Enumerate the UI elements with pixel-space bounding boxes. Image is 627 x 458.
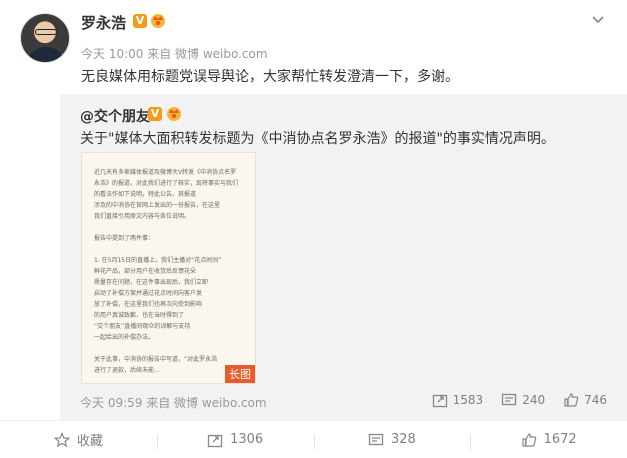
comment-icon [502, 393, 517, 406]
star-icon [53, 431, 70, 447]
long-image-line: 近几天有多家媒体报道及微博大V转发《中消协点名罗 [94, 169, 237, 176]
repost-like-button[interactable]: 746 [563, 392, 607, 408]
verified-badge-icon: V [148, 107, 162, 121]
repost-text: 关于"媒体大面积转发标题为《中消协点名罗永浩》的报道"的事实情况声明。 [80, 131, 555, 147]
post-action-bar: 收藏 1306 328 1672 [0, 420, 627, 458]
repost-repost-button[interactable]: 1583 [432, 392, 484, 408]
repost-author-name[interactable]: @交个朋友 [80, 106, 150, 126]
long-image-line: 鲜花产品，部分用户在收货后反馈花朵 [94, 268, 197, 275]
long-image-line: 的看法作如下说明，特此公告。其报道 [94, 191, 197, 198]
repost-like-count: 746 [584, 393, 607, 407]
long-image-line: 1. 在5月15日的直播上，我们主播对“花点时间” [94, 257, 222, 264]
long-image-line: 的用户真诚致歉，也在当时得到了 [94, 312, 185, 319]
thumbs-up-icon [521, 432, 536, 447]
repost-container: @交个朋友 V 关于"媒体大面积转发标题为《中消协点名罗永浩》的报道"的事实情况… [60, 94, 627, 420]
vip-crown-icon [165, 104, 183, 122]
repost-action-row: 1583 240 746 [432, 392, 607, 408]
vip-crown-icon [149, 11, 167, 29]
repost-comment-count: 240 [522, 393, 546, 407]
post-text: 无良媒体用标题党误导舆论，大家帮忙转发澄清一下，多谢。 [81, 69, 459, 85]
avatar-glasses-shape [35, 29, 57, 35]
repost-meta: 今天 09:59 来自 微博 weibo.com [80, 396, 267, 410]
repost-repost-count: 1583 [452, 393, 484, 407]
long-image-line: 放了补偿，在这里我们也再次向受到影响 [94, 301, 203, 308]
long-image-line: 质量存在问题，在这件事出现后，我们立即 [94, 279, 209, 286]
avatar-body-shape [27, 47, 65, 62]
repost-count: 1306 [230, 432, 264, 447]
long-image-line: 关于此事，中消协的报告中写道，“对此罗永浩 [94, 356, 218, 363]
repost-comment-button[interactable]: 240 [501, 392, 545, 408]
long-image-thumbnail[interactable]: 近几天有多家媒体报道及微博大V转发《中消协点名罗 永浩》的报道，对此我们进行了核实… [81, 152, 256, 384]
long-image-line [94, 343, 245, 354]
like-count: 1672 [543, 432, 577, 447]
comment-button[interactable]: 328 [313, 432, 471, 450]
long-image-line: 启动了补偿方案并通过花点时间向客户发 [94, 290, 203, 297]
long-image-tag: 长图 [225, 365, 255, 383]
repost-button[interactable]: 1306 [156, 432, 314, 450]
long-image-line: 永浩》的报道，对此我们进行了核实，现将事实与我们 [94, 180, 239, 187]
post-meta: 今天 10:00 来自 微博 weibo.com [81, 47, 268, 61]
verified-badge-icon: V [133, 14, 147, 28]
share-icon [432, 394, 447, 408]
long-image-line: 我们直接引用原文内容与各位说明。 [94, 213, 191, 220]
long-image-line: 报告中提到了两件事： [94, 235, 155, 242]
long-image-line: “交个朋友”直播间观众的谅解与支持 [94, 323, 191, 330]
long-image-line: 涉及的中消协在官网上发出的一份报告，在这里 [94, 202, 221, 209]
share-icon [207, 434, 223, 447]
favorite-label: 收藏 [76, 434, 103, 449]
long-image-line [94, 244, 245, 255]
long-image-line [94, 222, 245, 233]
like-button[interactable]: 1672 [470, 432, 627, 450]
long-image-line: 一起给出的补偿办法。 [94, 334, 155, 341]
favorite-button[interactable]: 收藏 [0, 430, 157, 449]
long-image-line: 进行了退款，后续未能... [94, 367, 160, 374]
comment-icon [368, 433, 384, 445]
thumbs-up-icon [564, 393, 579, 407]
long-image-text: 近几天有多家媒体报道及微博大V转发《中消协点名罗 永浩》的报道，对此我们进行了核实… [94, 167, 245, 376]
author-avatar[interactable] [20, 13, 70, 63]
weibo-post-card: 罗永浩 V 今天 10:00 来自 微博 weibo.com 无良媒体用标题党误… [0, 0, 627, 458]
chevron-down-icon[interactable] [589, 10, 607, 28]
author-name[interactable]: 罗永浩 [81, 12, 126, 33]
comment-count: 328 [390, 432, 416, 447]
